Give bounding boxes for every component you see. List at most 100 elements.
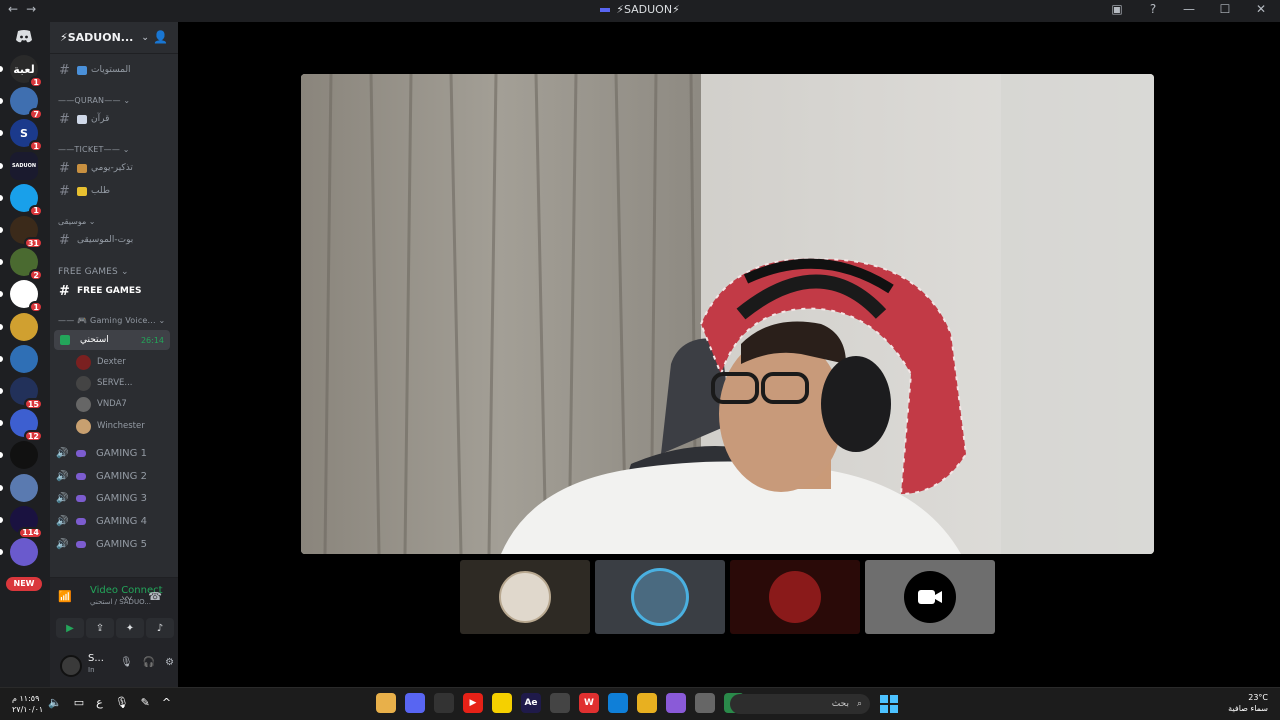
system-tray: 🔈 ▭ ع 🎙 ✎ ^ [48, 696, 171, 709]
new-badge[interactable]: NEW [6, 577, 42, 591]
network-icon[interactable]: ▭ [74, 696, 84, 709]
taskbar-app-icon[interactable]: ▶ [463, 693, 483, 713]
search-box[interactable]: بحث ⌕ [730, 694, 870, 714]
headphones-icon[interactable]: 🎧 [143, 657, 155, 668]
avatar[interactable] [60, 655, 82, 677]
unread-indicator [0, 98, 3, 105]
channel-music-bot[interactable]: # بوت-الموسيقى [54, 230, 172, 250]
clock[interactable]: ١١:٥٩ م ٢٧/١٠/٠١ [12, 693, 43, 715]
voice-member[interactable]: Winchester [76, 417, 168, 435]
category-music[interactable]: موسيقى ⌄ [58, 217, 96, 226]
hash-icon: # [59, 62, 70, 78]
language-indicator[interactable]: ع [96, 696, 103, 709]
taskbar-app-icon[interactable]: W [579, 693, 599, 713]
taskbar-app-icon[interactable] [608, 693, 628, 713]
weather-widget[interactable]: 23°C سماء صافية [1228, 692, 1268, 714]
unread-indicator [0, 516, 3, 523]
voice-channel-gaming-3[interactable]: 🔊 GAMING 3 [56, 488, 172, 508]
screen-share-button[interactable]: ⇪ [86, 618, 114, 638]
server-icon[interactable] [10, 344, 38, 373]
minimize-button[interactable]: — [1182, 2, 1196, 16]
unread-indicator [0, 549, 3, 555]
server-icon[interactable]: 1 [10, 183, 43, 217]
server-icon[interactable]: 2 [10, 248, 43, 282]
server-icon[interactable] [10, 312, 38, 341]
taskbar-app-icon[interactable] [666, 693, 686, 713]
taskbar-app-icon[interactable] [492, 693, 512, 713]
camera-button[interactable]: ▶ [56, 618, 84, 638]
server-icon[interactable]: 31 [10, 216, 43, 249]
invite-members-icon[interactable]: 👤 [153, 30, 168, 44]
participant-tile[interactable] [460, 560, 590, 634]
voice-location[interactable]: استحني / SADUO... [90, 598, 151, 606]
soundboard-button[interactable]: ♪ [146, 618, 174, 638]
server-rail: لعبة 1 7 S 1 SADUON 1 31 2 1 15 12 114 NEW [0, 22, 50, 687]
guild-header[interactable]: ⚡SADUON... ⌄ 👤 [50, 22, 178, 54]
voice-member[interactable]: Dexter [76, 353, 168, 371]
taskbar-app-icon[interactable] [550, 693, 570, 713]
server-icon[interactable]: 12 [10, 409, 43, 443]
participant-tile[interactable] [865, 560, 995, 634]
people-icon [77, 163, 87, 173]
server-icon[interactable]: 1 [10, 280, 43, 314]
taskbar-app-icon[interactable]: Ae [521, 693, 541, 713]
server-icon[interactable]: لعبة 1 [10, 55, 43, 88]
voice-member[interactable]: VNDA7 [76, 395, 168, 413]
taskbar-app-icon[interactable] [637, 693, 657, 713]
volume-icon[interactable]: 🔈 [48, 696, 62, 709]
main-video-feed[interactable] [301, 74, 1154, 554]
category-quran[interactable]: ——QURAN—— ⌄ [58, 96, 130, 105]
voice-channel-gaming-4[interactable]: 🔊 GAMING 4 [56, 511, 172, 531]
discord-home-icon[interactable] [15, 30, 33, 44]
server-icon[interactable] [10, 441, 38, 470]
windows-start-icon[interactable] [880, 695, 898, 713]
flag-icon [600, 8, 611, 12]
server-icon[interactable]: 7 [10, 87, 43, 121]
speaker-icon: 🔊 [56, 470, 69, 482]
guild-name: ⚡SADUON... [60, 31, 134, 44]
voice-channel-active[interactable]: استحني 26:14 [54, 330, 170, 350]
channel-free-games[interactable]: # FREE GAMES [54, 281, 172, 301]
voice-channel-gaming-5[interactable]: 🔊 GAMING 5 [56, 534, 172, 554]
activities-button[interactable]: ✦ [116, 618, 144, 638]
gear-icon[interactable]: ⚙ [165, 657, 174, 668]
voice-channel-gaming-2[interactable]: 🔊 GAMING 2 [56, 466, 172, 486]
pen-icon[interactable]: ✎ [141, 696, 150, 709]
category-ticket[interactable]: ——TICKET—— ⌄ [58, 145, 130, 154]
noise-suppression-icon[interactable]: 〰 [122, 590, 132, 605]
server-icon[interactable]: S1 [10, 119, 43, 153]
mention-badge: 12 [23, 430, 43, 443]
taskbar-app-icon[interactable] [695, 693, 715, 713]
taskbar-app-icon[interactable] [405, 693, 425, 713]
taskbar-app-icon[interactable] [434, 693, 454, 713]
speaker-icon: 🔊 [56, 515, 69, 527]
voice-member[interactable]: SERVE... [76, 374, 168, 392]
category-free-games[interactable]: FREE GAMES ⌄ [58, 267, 129, 277]
mention-badge: 114 [18, 526, 43, 539]
category-gaming-voice[interactable]: —— 🎮 Gaming Voice... ⌄ [58, 316, 165, 325]
help-icon[interactable]: ? [1146, 2, 1160, 16]
server-icon[interactable] [10, 538, 38, 566]
taskbar-app-icon[interactable] [376, 693, 396, 713]
participant-tile[interactable] [595, 560, 725, 634]
microphone-icon[interactable]: 🎙 [115, 696, 129, 709]
maximize-button[interactable]: ☐ [1218, 2, 1232, 16]
inbox-icon[interactable]: ▣ [1110, 2, 1124, 16]
server-icon[interactable]: 15 [10, 377, 43, 410]
gamepad-icon [76, 517, 86, 525]
unread-indicator [0, 194, 3, 201]
voice-channel-gaming-1[interactable]: 🔊 GAMING 1 [56, 443, 172, 463]
book-icon [77, 114, 87, 124]
channel-reminder[interactable]: # تذكير-يومي [54, 158, 172, 178]
server-icon[interactable]: 114 [10, 505, 43, 539]
server-icon[interactable] [10, 473, 38, 502]
disconnect-icon[interactable]: ☎ [148, 590, 162, 603]
server-icon[interactable]: SADUON [10, 151, 38, 180]
channel-levels[interactable]: # المستويات [54, 60, 172, 80]
microphone-icon[interactable]: 🎙 [120, 657, 133, 668]
channel-request[interactable]: # طلب [54, 181, 172, 201]
participant-tile[interactable] [730, 560, 860, 634]
channel-quran[interactable]: # قرآن [54, 109, 172, 129]
chevron-up-icon[interactable]: ^ [162, 696, 171, 709]
close-button[interactable]: ✕ [1254, 2, 1268, 16]
